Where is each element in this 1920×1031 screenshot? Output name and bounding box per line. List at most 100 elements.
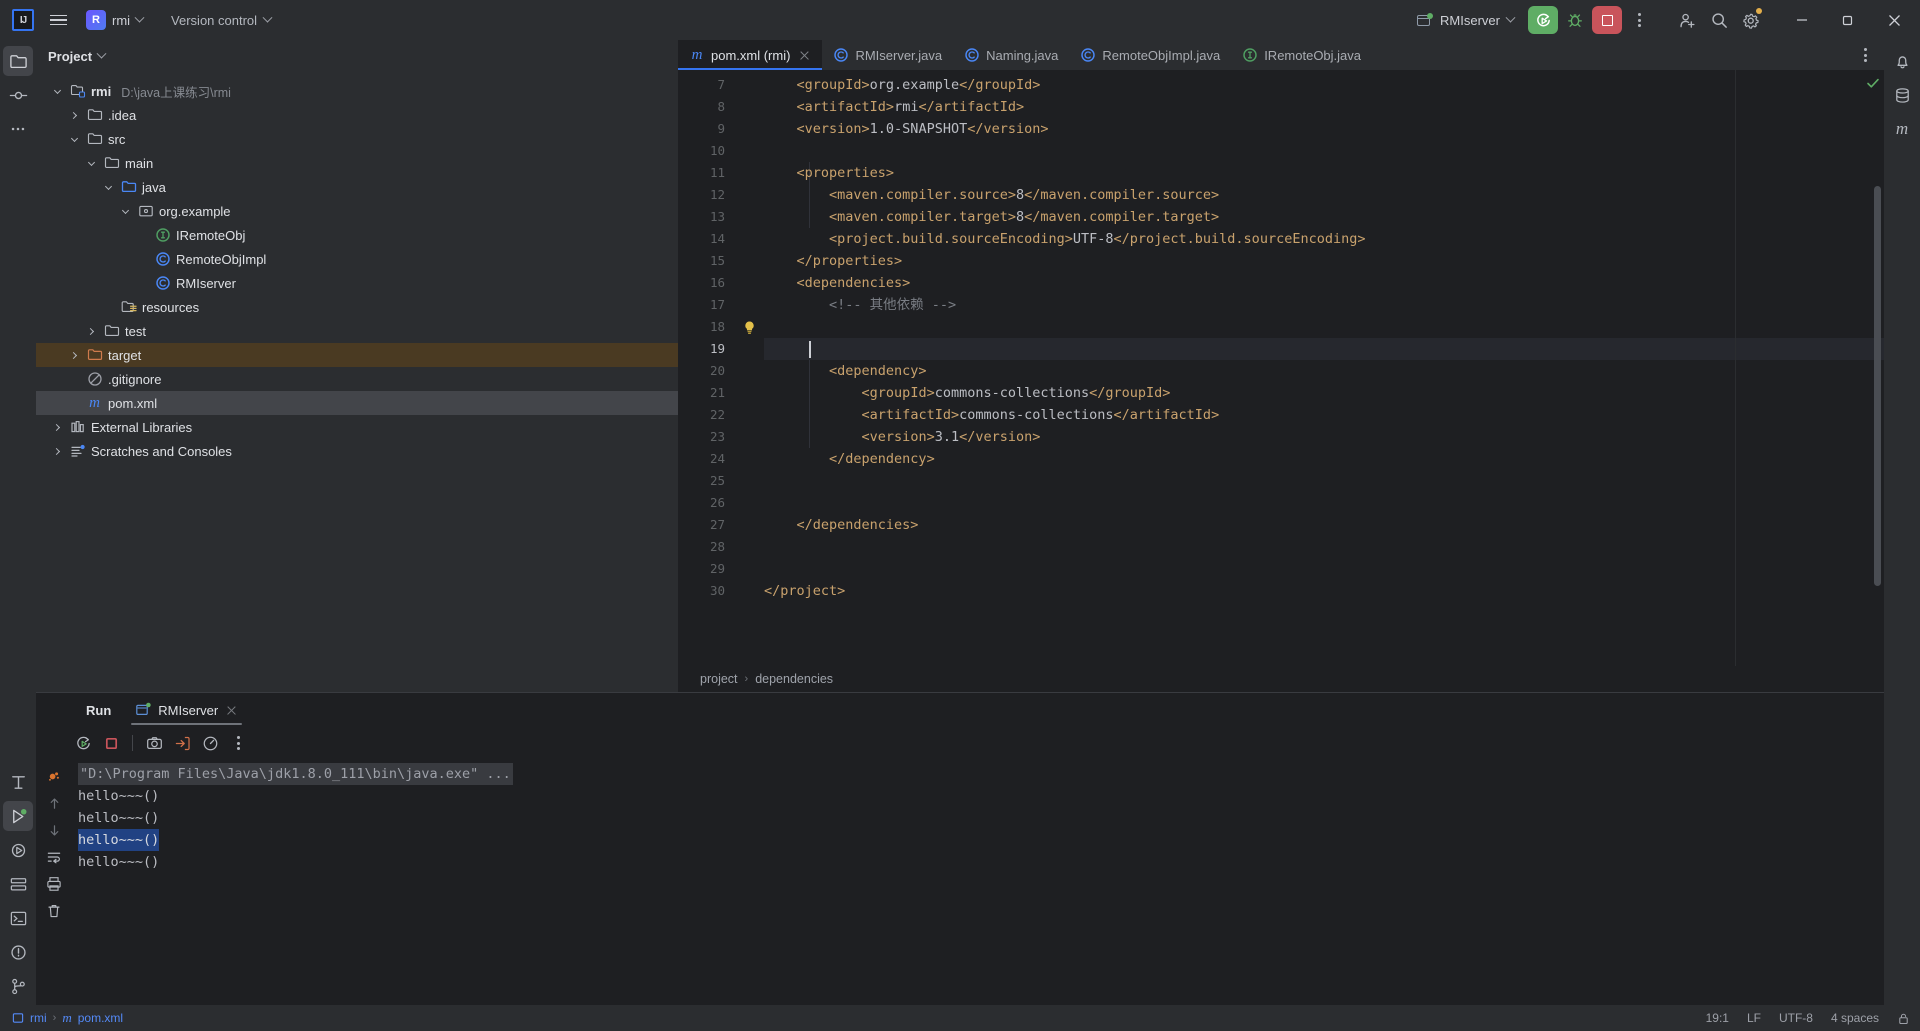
run-tool-window-tabs[interactable]: Run RMIserver [36,693,1884,727]
debug-button[interactable] [1560,5,1590,35]
sidebar-item-database[interactable] [1887,80,1917,110]
run-more-button[interactable] [225,730,251,756]
breadcrumb-item[interactable]: project [700,672,738,686]
chevron-down-icon[interactable] [101,182,115,190]
code-line[interactable]: </properties> [764,250,1884,272]
code-line[interactable]: <properties> [764,162,1884,184]
editor-tabs-more-button[interactable] [1852,40,1878,70]
tree-node-java[interactable]: java [36,175,678,199]
editor-code-content[interactable]: <groupId>org.example</groupId> <artifact… [764,70,1884,666]
code-line[interactable]: </project> [764,580,1884,602]
chevron-down-icon[interactable] [50,86,64,94]
code-line[interactable]: <maven.compiler.target>8</maven.compiler… [764,206,1884,228]
soft-wrap-button[interactable] [42,845,66,869]
tree-node-scratches-and-consoles[interactable]: Scratches and Consoles [36,439,678,463]
editor-right-rail[interactable] [1867,70,1884,666]
status-breadcrumb-module[interactable]: rmi [30,1011,47,1025]
settings-button[interactable] [1736,5,1766,35]
code-line[interactable]: <dependency> [764,360,1884,382]
chevron-right-icon[interactable] [67,111,81,119]
run-tab-run[interactable]: Run [76,693,121,727]
code-line[interactable]: <maven.compiler.source>8</maven.compiler… [764,184,1884,206]
chevron-right-icon[interactable] [84,327,98,335]
code-line[interactable]: </dependencies> [764,514,1884,536]
project-tool-window-header[interactable]: Project [36,40,678,72]
clear-console-button[interactable] [42,899,66,923]
tree-node-iremoteobj[interactable]: IRemoteObj [36,223,678,247]
scroll-up-button[interactable] [42,791,66,815]
code-line[interactable] [764,338,1884,360]
rerun-button[interactable] [70,730,96,756]
main-menu-button[interactable] [44,6,72,34]
run-configuration-selector[interactable]: RMIserver [1409,9,1522,32]
code-line[interactable] [764,492,1884,514]
caret-position-widget[interactable]: 19:1 [1706,1011,1729,1025]
chevron-down-icon[interactable] [67,134,81,142]
close-tab-icon[interactable] [798,49,811,62]
sidebar-item-project[interactable] [3,46,33,76]
tree-node-org-example[interactable]: org.example [36,199,678,223]
sidebar-item-maven[interactable]: m [1887,114,1917,144]
share-project-button[interactable] [1672,5,1702,35]
screenshot-button[interactable] [141,730,167,756]
intention-bulb-icon[interactable] [734,316,764,338]
sidebar-item-terminal[interactable] [3,903,33,933]
run-button[interactable] [1528,6,1558,34]
chevron-down-icon[interactable] [118,206,132,214]
close-tab-icon[interactable] [225,704,238,717]
status-bar-breadcrumb[interactable]: rmi › m pom.xml [12,1010,123,1026]
scroll-down-button[interactable] [42,818,66,842]
code-line[interactable]: <dependencies> [764,272,1884,294]
code-line[interactable] [764,140,1884,162]
code-line[interactable]: <version>3.1</version> [764,426,1884,448]
sidebar-item-services[interactable] [3,869,33,899]
code-line[interactable]: <!-- 其他依赖 --> [764,294,1884,316]
tree-node--gitignore[interactable]: .gitignore [36,367,678,391]
editor-tab-remoteobjimpl-java[interactable]: RemoteObjImpl.java [1069,40,1231,70]
status-breadcrumb-file[interactable]: pom.xml [78,1011,123,1025]
stop-button[interactable] [1592,6,1622,34]
tree-node--idea[interactable]: .idea [36,103,678,127]
project-widget[interactable]: R rmi [82,7,151,33]
chevron-right-icon[interactable] [50,423,64,431]
code-line[interactable]: <artifactId>commons-collections</artifac… [764,404,1884,426]
code-line[interactable]: </dependency> [764,448,1884,470]
editor-breadcrumb[interactable]: project › dependencies [678,666,1884,692]
chevron-right-icon[interactable] [50,447,64,455]
sidebar-item-debug[interactable] [3,835,33,865]
editor-tab-rmiserver-java[interactable]: RMIserver.java [822,40,953,70]
editor-tab-bar[interactable]: m pom.xml (rmi) RMIserver.java Naming.java R… [678,40,1884,70]
code-line[interactable] [764,558,1884,580]
read-only-toggle[interactable] [1897,1012,1910,1025]
code-line[interactable]: <groupId>commons-collections</groupId> [764,382,1884,404]
editor-tab-naming-java[interactable]: Naming.java [953,40,1069,70]
stop-process-button[interactable] [98,730,124,756]
tree-node-resources[interactable]: resources [36,295,678,319]
close-window-button[interactable] [1872,0,1916,40]
sidebar-item-commit[interactable] [3,80,33,110]
console-output[interactable]: "D:\Program Files\Java\jdk1.8.0_111\bin\… [72,759,1884,1005]
print-button[interactable] [42,872,66,896]
tree-node-pom-xml[interactable]: m pom.xml [36,391,678,415]
code-line[interactable]: <groupId>org.example</groupId> [764,74,1884,96]
editor-gutter-icons[interactable] [734,70,764,666]
line-separator-widget[interactable]: LF [1747,1011,1761,1025]
sidebar-item-git[interactable] [3,971,33,1001]
search-everywhere-button[interactable] [1704,5,1734,35]
sidebar-item-notifications[interactable] [1887,46,1917,76]
code-line[interactable]: <project.build.sourceEncoding>UTF-8</pro… [764,228,1884,250]
run-tab-rmiserver[interactable]: RMIserver [125,693,248,727]
tree-node-remoteobjimpl[interactable]: RemoteObjImpl [36,247,678,271]
sidebar-item-structure[interactable] [3,767,33,797]
code-line[interactable]: <version>1.0-SNAPSHOT</version> [764,118,1884,140]
code-line[interactable] [764,536,1884,558]
sidebar-item-more[interactable] [3,114,33,144]
breadcrumb-item[interactable]: dependencies [755,672,833,686]
editor-tab-pom-xml--rmi-[interactable]: m pom.xml (rmi) [678,40,823,70]
chevron-down-icon[interactable] [84,158,98,166]
tree-node-rmi[interactable]: rmi D:\java上课练习\rmi [36,79,678,103]
project-tree[interactable]: rmi D:\java上课练习\rmi .idea src main java org.ex… [36,72,678,692]
version-control-widget[interactable]: Version control [163,9,279,32]
more-actions-button[interactable] [1624,5,1654,35]
indent-widget[interactable]: 4 spaces [1831,1011,1879,1025]
